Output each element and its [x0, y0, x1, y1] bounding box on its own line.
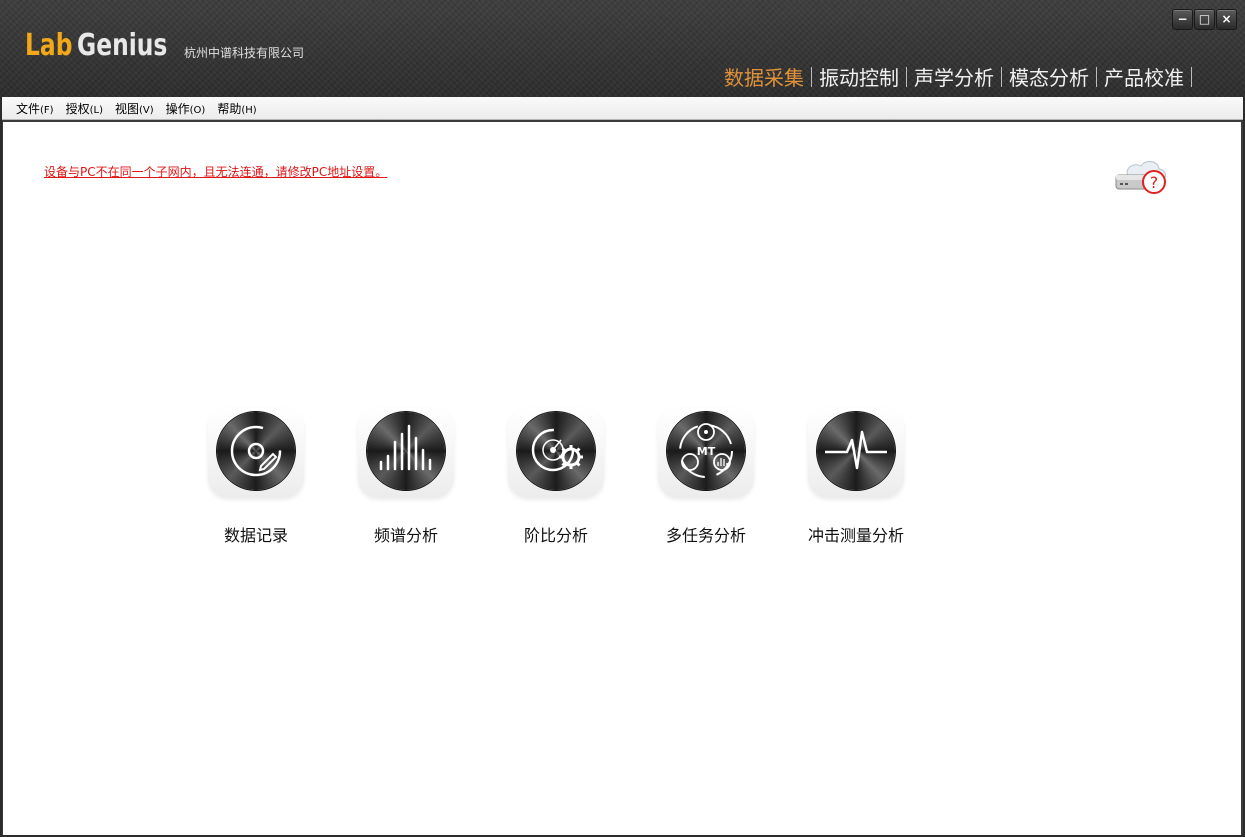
nav-data-acquisition[interactable]: 数据采集	[724, 62, 804, 91]
shock-icon	[817, 412, 895, 490]
menu-bar: 文件(F) 授权(L) 视图(V) 操作(O) 帮助(H)	[2, 97, 1243, 120]
minimize-button[interactable]: −	[1172, 9, 1193, 30]
main-content: 设备与PC不在同一个子网内，且无法连通，请修改PC地址设置。 ? 数据记录 频谱…	[3, 122, 1241, 835]
nav-modal-analysis[interactable]: 模态分析	[1009, 62, 1089, 91]
maximize-button[interactable]: □	[1194, 9, 1215, 30]
menu-help[interactable]: 帮助(H)	[217, 100, 256, 117]
company-name: 杭州中谱科技有限公司	[184, 46, 305, 60]
nav-product-calibration[interactable]: 产品校准	[1104, 62, 1184, 91]
nav-separator	[811, 66, 812, 87]
svg-text:?: ?	[1150, 173, 1159, 192]
device-help-icon[interactable]: ?	[1114, 158, 1170, 198]
menu-view[interactable]: 视图(V)	[115, 100, 154, 117]
multitask-icon-text: MT	[697, 445, 716, 458]
menu-operation[interactable]: 操作(O)	[166, 100, 206, 117]
module-nav: 数据采集 振动控制 声学分析 模态分析 产品校准	[724, 62, 1199, 91]
network-warning-link[interactable]: 设备与PC不在同一个子网内，且无法连通，请修改PC地址设置。	[44, 163, 387, 180]
title-bar: Lab Genius 杭州中谱科技有限公司 − □ × 数据采集 振动控制 声学…	[0, 0, 1245, 97]
nav-acoustic-analysis[interactable]: 声学分析	[914, 62, 994, 91]
data-record-icon	[217, 412, 295, 490]
menu-file[interactable]: 文件(F)	[16, 100, 54, 117]
nav-separator	[1191, 66, 1192, 87]
nav-vibration-control[interactable]: 振动控制	[819, 62, 899, 91]
logo-genius: Genius	[77, 28, 168, 63]
logo-lab: Lab	[25, 28, 73, 63]
multitask-icon: MT	[667, 412, 745, 490]
nav-separator	[1096, 66, 1097, 87]
order-analysis-icon	[517, 412, 595, 490]
nav-separator	[1001, 66, 1002, 87]
nav-separator	[906, 66, 907, 87]
module-label: 冲击测量分析	[807, 526, 904, 545]
spectrum-icon	[367, 412, 445, 490]
close-button[interactable]: ×	[1216, 9, 1237, 30]
menu-license[interactable]: 授权(L)	[66, 100, 103, 117]
